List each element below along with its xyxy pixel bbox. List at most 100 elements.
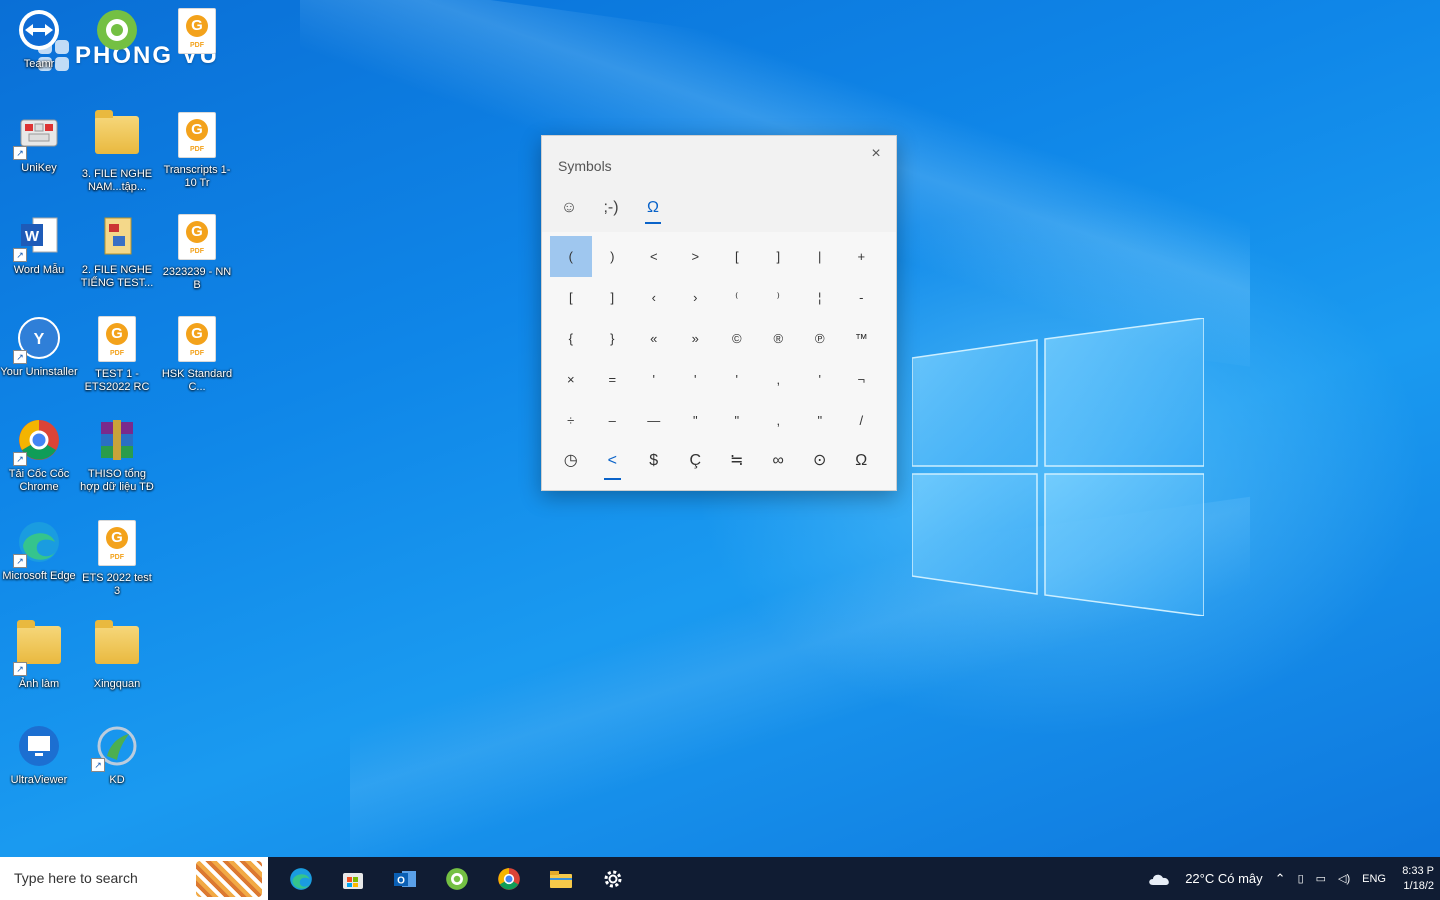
- symbol-cell[interactable]: ®: [758, 318, 800, 359]
- symbol-cell[interactable]: >: [675, 236, 717, 277]
- teamviewer-icon: [19, 10, 59, 50]
- symbol-cell[interactable]: ,: [758, 400, 800, 441]
- desktop-icon-kd[interactable]: ↗ KD: [78, 722, 156, 787]
- desktop-icon-ets2022[interactable]: G PDF ETS 2022 test 3: [78, 518, 156, 598]
- tab-kaomoji[interactable]: ;-): [596, 194, 626, 226]
- symbol-cell[interactable]: ¬: [841, 359, 883, 400]
- taskbar-settings[interactable]: [592, 857, 634, 900]
- coccoc-icon: [446, 867, 468, 890]
- symbol-cell[interactable]: |: [799, 236, 841, 277]
- desktop-icon-transcripts[interactable]: G PDF Transcripts 1-10 Tr: [158, 110, 236, 190]
- symbol-cell[interactable]: ¦: [799, 277, 841, 318]
- desktop-icon-hsk[interactable]: G PDF HSK Standard C...: [158, 314, 236, 394]
- volume-icon[interactable]: ◁): [1338, 872, 1350, 885]
- chevron-up-icon[interactable]: ⌃: [1275, 871, 1286, 887]
- desktop-icon-file-nghe-tieng[interactable]: 2. FILE NGHE TIẾNG TEST...: [78, 212, 156, 290]
- symbol-category-tab[interactable]: ∞: [758, 444, 800, 484]
- desktop-icon-your-uninstaller[interactable]: Y ↗ Your Uninstaller: [0, 314, 78, 379]
- desktop-icon-2323239[interactable]: G PDF 2323239 - NN B: [158, 212, 236, 292]
- symbol-category-tab[interactable]: Ω: [841, 444, 883, 484]
- symbol-cell[interactable]: ©: [716, 318, 758, 359]
- desktop-icon-test1[interactable]: G PDF TEST 1 - ETS2022 RC: [78, 314, 156, 394]
- battery-icon[interactable]: ▭: [1316, 872, 1326, 885]
- svg-text:W: W: [25, 228, 40, 245]
- tab-symbols[interactable]: Ω: [638, 194, 668, 226]
- close-button[interactable]: ×: [864, 142, 888, 166]
- symbol-cell[interactable]: (: [550, 236, 592, 277]
- symbol-cell[interactable]: ‹: [633, 277, 675, 318]
- symbol-cell[interactable]: ": [799, 400, 841, 441]
- symbol-cell[interactable]: —: [633, 400, 675, 441]
- taskbar-outlook[interactable]: O: [384, 857, 426, 900]
- taskbar-edge[interactable]: [280, 857, 322, 900]
- taskbar-chrome[interactable]: [488, 857, 530, 900]
- symbol-cell[interactable]: ℗: [799, 318, 841, 359]
- symbol-cell[interactable]: ': [675, 359, 717, 400]
- symbol-cell[interactable]: [: [716, 236, 758, 277]
- symbol-cell[interactable]: ': [799, 359, 841, 400]
- symbol-cell[interactable]: ×: [550, 359, 592, 400]
- symbol-cell[interactable]: {: [550, 318, 592, 359]
- symbol-category-tab[interactable]: Ç: [675, 444, 717, 484]
- taskbar-store[interactable]: [332, 857, 374, 900]
- desktop-icon-teamviewer[interactable]: Teamr: [0, 6, 78, 71]
- clock[interactable]: 8:33 P 1/18/2: [1398, 864, 1434, 894]
- symbol-cell[interactable]: –: [592, 400, 634, 441]
- taskbar-coccoc[interactable]: [436, 857, 478, 900]
- desktop-icon-anh-lam[interactable]: ↗ Ảnh làm: [0, 620, 78, 691]
- symbol-category-tab[interactable]: ≒: [716, 444, 758, 484]
- symbol-cell[interactable]: ,: [758, 359, 800, 400]
- tab-emoji[interactable]: ☺: [554, 194, 584, 226]
- symbol-cell[interactable]: ": [716, 400, 758, 441]
- symbol-category-tab[interactable]: ⊙: [799, 444, 841, 484]
- shortcut-arrow-icon: ↗: [13, 554, 27, 568]
- pdf-file-icon: G PDF: [98, 520, 136, 566]
- desktop-icon-file-nghe-nam[interactable]: 3. FILE NGHE NAM...tập...: [78, 110, 156, 194]
- symbol-cell[interactable]: ': [716, 359, 758, 400]
- symbol-category-tab[interactable]: $: [633, 444, 675, 484]
- symbol-cell[interactable]: -: [841, 277, 883, 318]
- symbol-cell[interactable]: ]: [758, 236, 800, 277]
- desktop-icon-thiso[interactable]: THISO tổng hợp dữ liệu TĐ: [78, 416, 156, 494]
- symbol-cell[interactable]: ': [633, 359, 675, 400]
- symbol-cell[interactable]: »: [675, 318, 717, 359]
- coccoc-icon: [97, 10, 137, 50]
- desktop-icon-label: TEST 1 - ETS2022 RC: [84, 368, 150, 393]
- desktop-icon-label: 3. FILE NGHE NAM...tập...: [81, 168, 153, 193]
- symbol-cell[interactable]: ": [675, 400, 717, 441]
- symbol-cell[interactable]: ⁽: [716, 277, 758, 318]
- language-indicator[interactable]: ENG: [1362, 873, 1386, 885]
- symbol-cell[interactable]: +: [841, 236, 883, 277]
- search-input[interactable]: [12, 869, 186, 887]
- desktop-icon-coccoc-app[interactable]: [78, 6, 156, 58]
- desktop-icon-ultraviewer[interactable]: UltraViewer: [0, 722, 78, 787]
- symbol-cell[interactable]: ]: [592, 277, 634, 318]
- symbol-cell[interactable]: /: [841, 400, 883, 441]
- desktop-icon-xingquan[interactable]: Xingquan: [78, 620, 156, 691]
- ultraviewer-icon: [19, 726, 59, 766]
- pdf-file-icon: G PDF: [178, 316, 216, 362]
- symbol-cell[interactable]: ⁾: [758, 277, 800, 318]
- symbol-cell[interactable]: ÷: [550, 400, 592, 441]
- desktop-icon-word[interactable]: W ↗ Word Mẫu: [0, 212, 78, 277]
- symbol-category-tab[interactable]: <: [592, 444, 634, 484]
- search-box[interactable]: [0, 857, 268, 900]
- weather-text[interactable]: 22°C Có mây: [1185, 871, 1262, 886]
- taskbar-file-explorer[interactable]: [540, 857, 582, 900]
- symbol-cell[interactable]: «: [633, 318, 675, 359]
- desktop-icon-coccoc[interactable]: ↗ Tải Cốc Cốc Chrome: [0, 416, 78, 494]
- desktop-icon-unikey[interactable]: ↗ UniKey: [0, 110, 78, 175]
- desktop-icon-edge[interactable]: ↗ Microsoft Edge: [0, 518, 78, 583]
- symbol-category-tab[interactable]: ◷: [550, 444, 592, 484]
- desktop-icon-pdf-top[interactable]: G PDF: [158, 6, 236, 60]
- symbol-cell[interactable]: =: [592, 359, 634, 400]
- meet-now-icon[interactable]: ▯: [1298, 872, 1304, 885]
- symbol-cell[interactable]: [: [550, 277, 592, 318]
- symbol-cell[interactable]: ›: [675, 277, 717, 318]
- pdf-file-icon: G PDF: [98, 316, 136, 362]
- symbol-cell[interactable]: ): [592, 236, 634, 277]
- symbol-cell[interactable]: ™: [841, 318, 883, 359]
- category-tabs: ☺ ;-) Ω: [554, 194, 668, 226]
- symbol-cell[interactable]: }: [592, 318, 634, 359]
- symbol-cell[interactable]: <: [633, 236, 675, 277]
